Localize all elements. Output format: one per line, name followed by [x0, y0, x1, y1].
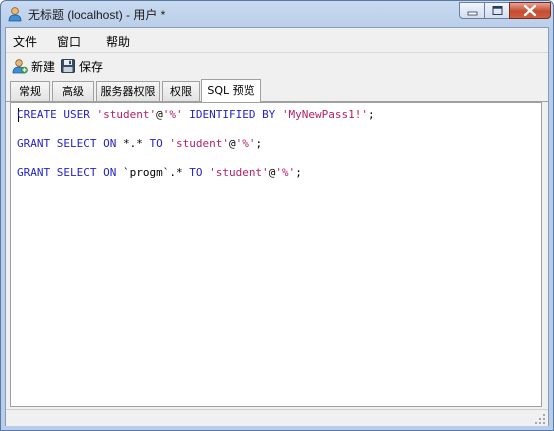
tab-advanced[interactable]: 高级: [52, 81, 94, 101]
maximize-button[interactable]: [484, 2, 510, 19]
sql-token: GRANT SELECT ON: [17, 166, 123, 179]
tab-general[interactable]: 常规: [10, 81, 50, 101]
sql-token: '%': [235, 137, 256, 150]
status-bar: [6, 409, 548, 426]
sql-token: '%': [162, 108, 183, 121]
sql-token: *.*: [122, 137, 150, 150]
window-title: 无标题 (localhost) - 用户 *: [28, 8, 166, 22]
app-window: 无标题 (localhost) - 用户 * 文件 窗口 帮助 新建 保存 常规…: [0, 0, 554, 431]
menu-bar: 文件 窗口 帮助: [6, 28, 548, 53]
sql-token: 'student': [96, 108, 157, 121]
save-button[interactable]: 保存: [60, 56, 103, 76]
sql-line: GRANT SELECT ON *.* TO 'student'@'%';: [17, 137, 262, 151]
sql-token: GRANT SELECT ON: [17, 137, 123, 150]
close-icon: [523, 4, 537, 17]
floppy-disk-icon: [61, 59, 75, 73]
sql-token: @: [228, 137, 236, 150]
sql-token: `progm`.*: [122, 166, 190, 179]
tab-strip: 常规 高级 服务器权限 权限 SQL 预览: [6, 79, 548, 102]
new-button-label: 新建: [31, 59, 56, 74]
sql-token: TO: [149, 137, 170, 150]
menu-help[interactable]: 帮助: [106, 33, 130, 50]
client-area: 文件 窗口 帮助 新建 保存 常规 高级 服务器权限 权限 SQL 预览 CRE…: [5, 27, 549, 426]
sql-line: CREATE USER 'student'@'%' IDENTIFIED BY …: [17, 108, 375, 122]
sql-token: 'student': [169, 137, 229, 150]
minimize-button[interactable]: [459, 2, 485, 19]
sql-token: ;: [368, 108, 375, 121]
maximize-icon: [492, 6, 503, 15]
sql-token: IDENTIFIED BY: [182, 108, 282, 121]
resize-grip-icon[interactable]: [534, 413, 546, 425]
tab-privileges[interactable]: 权限: [162, 81, 200, 101]
sql-token: ;: [295, 166, 302, 179]
user-add-icon: [12, 59, 28, 74]
sql-token: CREATE USER: [17, 108, 97, 121]
minimize-icon: [467, 11, 478, 16]
title-bar[interactable]: 无标题 (localhost) - 用户 *: [1, 1, 553, 27]
menu-file[interactable]: 文件: [13, 33, 37, 50]
sql-token: '%': [275, 166, 296, 179]
sql-line: GRANT SELECT ON `progm`.* TO 'student'@'…: [17, 166, 302, 180]
toolbar: 新建 保存: [6, 53, 548, 78]
save-button-label: 保存: [79, 59, 104, 74]
user-icon: [8, 7, 22, 22]
sql-preview-editor[interactable]: CREATE USER 'student'@'%' IDENTIFIED BY …: [10, 102, 542, 407]
sql-token: @: [156, 108, 163, 121]
sql-token: ;: [255, 137, 263, 150]
tab-server-privileges[interactable]: 服务器权限: [96, 81, 160, 101]
sql-token: 'student': [209, 166, 269, 179]
close-button[interactable]: [509, 2, 551, 19]
sql-token: TO: [189, 166, 210, 179]
new-button[interactable]: 新建: [12, 56, 55, 76]
sql-token: 'MyNewPass1!': [281, 108, 369, 121]
tab-sql-preview[interactable]: SQL 预览: [201, 79, 261, 102]
menu-window[interactable]: 窗口: [57, 33, 81, 50]
